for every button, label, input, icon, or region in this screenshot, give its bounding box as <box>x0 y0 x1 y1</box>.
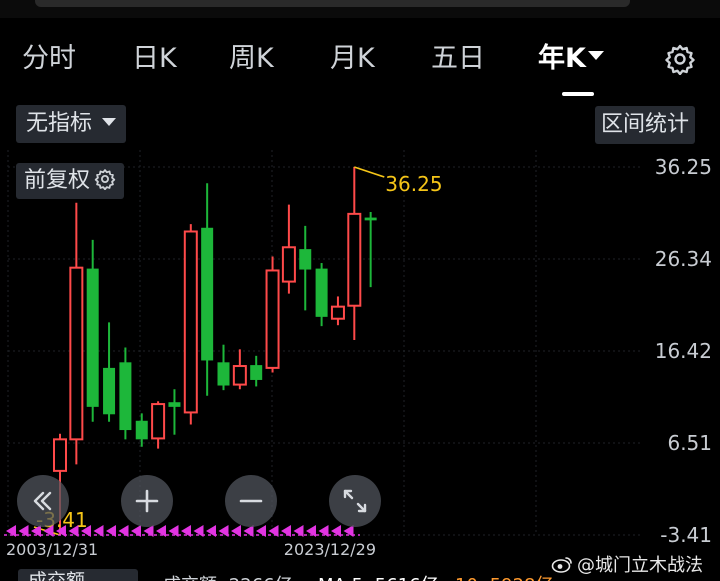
volume-selector[interactable]: 成交额 <box>18 569 138 581</box>
status-strip <box>0 0 720 18</box>
rewind-icon <box>33 491 52 511</box>
zoom-out-button[interactable] <box>225 475 277 527</box>
gear-icon[interactable] <box>664 43 696 75</box>
caret-down-icon <box>102 118 117 126</box>
candle-body <box>265 269 280 369</box>
tab-intraday[interactable]: 分时 <box>22 36 76 82</box>
volume-selector-label: 成交额 <box>28 570 86 581</box>
rewind-button[interactable] <box>17 475 69 527</box>
zoom-in-icon <box>135 489 159 513</box>
fullscreen-icon <box>343 489 367 513</box>
candle-body <box>315 268 328 317</box>
fullscreen-button[interactable] <box>329 475 381 527</box>
candle-body <box>119 362 132 431</box>
candle-body <box>347 212 362 307</box>
y-tick-label: 36.25 <box>655 155 712 179</box>
candle-body <box>250 365 263 380</box>
period-tabs: 分时 日K 周K 月K 五日 年K <box>0 36 720 86</box>
tab-yearly-k[interactable]: 年K <box>538 36 604 82</box>
max-annotation-leader <box>354 166 385 178</box>
adjust-selector[interactable]: 前复权 <box>16 163 125 199</box>
weibo-icon <box>551 557 572 573</box>
zoom-in-button[interactable] <box>121 475 173 527</box>
candle-body <box>364 217 377 221</box>
watermark-text: @城门立木战法 <box>577 555 703 576</box>
candle-body <box>86 268 99 407</box>
active-tab-indicator <box>562 92 594 96</box>
indicator-selector[interactable]: 无指标 <box>16 105 127 143</box>
candle-body <box>201 227 214 361</box>
tab-monthly-k[interactable]: 月K <box>330 36 375 82</box>
volume-ma10: 10: 5928亿 <box>455 571 554 581</box>
volume-summary: 成交额: 2266亿 <box>163 571 293 581</box>
indicator-selector-label: 无指标 <box>26 111 93 136</box>
tab-five-day[interactable]: 五日 <box>431 36 485 82</box>
zoom-out-icon <box>239 499 263 503</box>
y-tick-label: 16.42 <box>655 339 712 363</box>
candle-body <box>168 402 181 407</box>
tab-daily-k[interactable]: 日K <box>132 36 177 82</box>
watermark: @城门立木战法 <box>551 551 703 577</box>
caret-down-icon <box>587 51 604 60</box>
candle-body <box>69 266 84 441</box>
max-annotation-label: 36.25 <box>385 172 442 196</box>
interval-stats-button[interactable]: 区间统计 <box>595 106 696 144</box>
tab-weekly-k[interactable]: 周K <box>229 36 274 82</box>
volume-ma5: MA 5: 5616亿 <box>318 571 439 581</box>
candle-body <box>281 246 296 283</box>
x-tick-label: 2023/12/29 <box>284 540 376 559</box>
candle-body <box>183 230 198 414</box>
gear-icon <box>94 169 116 191</box>
adjust-selector-label: 前复权 <box>24 168 91 193</box>
candle-body <box>53 438 67 472</box>
candle-body <box>330 305 345 320</box>
candle-body <box>103 367 116 415</box>
x-tick-label: 2003/12/31 <box>6 540 98 559</box>
candle-body <box>217 362 230 386</box>
y-tick-label: 26.34 <box>655 247 712 271</box>
tab-yearly-k-label: 年K <box>538 43 586 74</box>
candle-body <box>135 420 148 440</box>
status-bar <box>35 0 630 7</box>
y-tick-label: 6.51 <box>667 431 712 455</box>
candle-body <box>232 365 247 386</box>
candle-body <box>151 403 166 440</box>
y-tick-label: -3.41 <box>660 523 712 547</box>
candle-body <box>299 249 312 270</box>
